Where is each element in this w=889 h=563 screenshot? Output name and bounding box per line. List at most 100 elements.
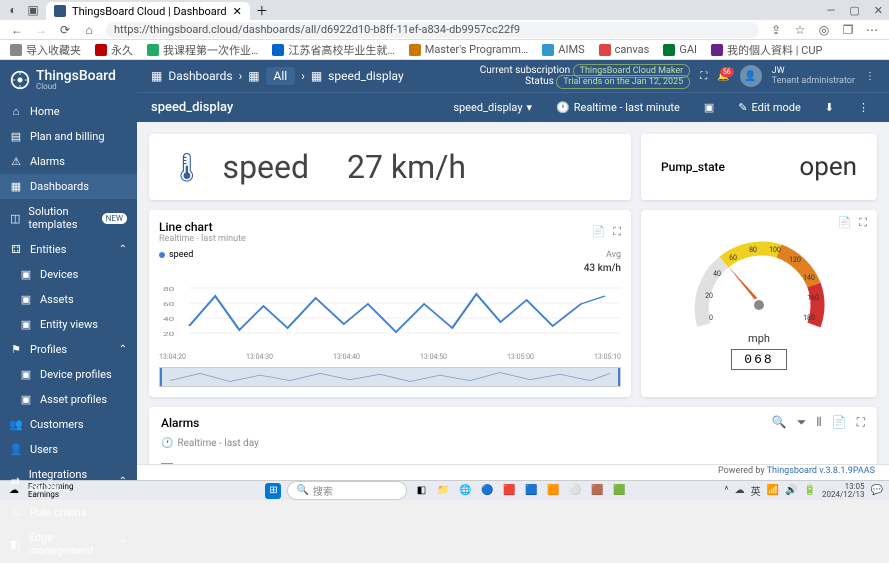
tray-icon[interactable]: ☁: [735, 485, 745, 496]
sidebar-item-integrations-center[interactable]: ⇄Integrations center⌃: [0, 462, 137, 500]
avatar[interactable]: 👤: [740, 65, 762, 87]
home-icon[interactable]: ⌂: [82, 23, 96, 37]
sidebar-item-alarms[interactable]: ⚠Alarms: [0, 149, 137, 174]
timewindow-button[interactable]: 🕐 Realtime - last minute: [550, 98, 686, 117]
edge-icon[interactable]: 🌐: [457, 483, 473, 499]
tabgroup-icon[interactable]: ▣: [26, 3, 40, 17]
bookmark-item[interactable]: canvas: [599, 43, 650, 56]
chart-export-icon[interactable]: 📄: [592, 225, 606, 239]
app-icon[interactable]: ⚪: [567, 483, 583, 499]
clock-date[interactable]: 2024/12/13: [822, 491, 865, 499]
app-icon[interactable]: 🟦: [523, 483, 539, 499]
sidebar-item-users[interactable]: 👤Users: [0, 437, 137, 462]
volume-icon[interactable]: 🔊: [785, 485, 797, 496]
sidebar-item-profiles[interactable]: ⚑Profiles⌃: [0, 337, 137, 362]
share-icon[interactable]: ⇪: [769, 23, 783, 37]
gauge-export-icon[interactable]: 📄: [838, 216, 852, 230]
crumb-dashboards[interactable]: Dashboards: [168, 69, 232, 83]
sidebar-item-device-profiles[interactable]: ▣Device profiles: [0, 362, 137, 387]
browser-tab[interactable]: ThingsBoard Cloud | Dashboard ✕: [46, 2, 250, 20]
col-status[interactable]: Status: [521, 457, 651, 464]
bookmark-item[interactable]: AIMS: [542, 43, 584, 56]
sidebar-item-dashboards[interactable]: ▦Dashboards: [0, 174, 137, 199]
nav-icon: ⚠: [10, 156, 22, 168]
col-originator[interactable]: Originator: [308, 457, 393, 464]
alarms-timewindow[interactable]: Realtime - last day: [177, 438, 258, 449]
reload-icon[interactable]: ⟳: [58, 23, 72, 37]
bookmark-item[interactable]: Master's Programm…: [409, 43, 529, 56]
edit-mode-button[interactable]: ✎ Edit mode: [732, 98, 807, 117]
maximize-icon[interactable]: ▢: [849, 4, 859, 17]
new-tab-icon[interactable]: ＋: [256, 2, 268, 19]
svg-text:140: 140: [803, 274, 815, 282]
chrome-icon[interactable]: 🔵: [479, 483, 495, 499]
filter-button[interactable]: ▣: [698, 98, 720, 117]
minimize-icon[interactable]: —: [827, 4, 836, 17]
bookmark-item[interactable]: GAI: [663, 43, 697, 56]
sidebar-item-entity-views[interactable]: ▣Entity views: [0, 312, 137, 337]
sidebar-item-solution-templates[interactable]: ◫Solution templatesNEW: [0, 199, 137, 237]
bookmark-item[interactable]: 江苏省高校毕业生就…: [272, 42, 394, 58]
bookmark-icon[interactable]: ☆: [793, 23, 807, 37]
notifications-button[interactable]: 🔔 56: [717, 71, 729, 82]
address-bar[interactable]: https://thingsboard.cloud/dashboards/all…: [106, 22, 759, 38]
sidebar-item-customers[interactable]: 👥Customers: [0, 412, 137, 437]
chart-brush[interactable]: [159, 367, 621, 387]
ime-icon[interactable]: 英: [751, 483, 761, 498]
logo[interactable]: ThingsBoard Cloud: [0, 60, 137, 99]
bookmark-item[interactable]: 导入收藏夹: [10, 42, 81, 58]
export-button[interactable]: ⬇: [819, 98, 840, 117]
sidebar-item-home[interactable]: ⌂Home: [0, 99, 137, 124]
bookmark-item[interactable]: 我课程第一次作业…: [147, 42, 258, 58]
legend-dot-icon: [159, 252, 165, 258]
app-icon[interactable]: 🟫: [589, 483, 605, 499]
col-type[interactable]: Type: [394, 457, 458, 464]
sidebar-item-entities[interactable]: ⚃Entities⌃: [0, 237, 137, 262]
col-created[interactable]: Created time ↓: [187, 457, 306, 464]
footer-link[interactable]: Thingsboard v.3.8.1.9PAAS: [767, 466, 875, 476]
columns-icon[interactable]: ⦀: [816, 415, 821, 430]
sidebar-item-edge-management[interactable]: ◧Edge management⌃: [0, 525, 137, 563]
close-window-icon[interactable]: ✕: [874, 4, 883, 17]
bookmark-item[interactable]: 永久: [95, 42, 133, 58]
state-select[interactable]: speed_display ▾: [447, 98, 538, 117]
export-icon[interactable]: 📄: [832, 415, 847, 430]
gauge-fullscreen-icon[interactable]: ⛶: [859, 216, 867, 230]
fullscreen-icon[interactable]: ⛶: [700, 71, 707, 82]
tray-chevron-icon[interactable]: ^: [724, 485, 728, 496]
notification-center-icon[interactable]: 💬: [871, 485, 883, 496]
crumb-all[interactable]: All: [266, 67, 296, 85]
wifi-icon[interactable]: 📶: [767, 485, 779, 496]
chevron-up-icon: ⌃: [119, 244, 127, 255]
sidebar-item-asset-profiles[interactable]: ▣Asset profiles: [0, 387, 137, 412]
bookmark-item[interactable]: 我的個人資料 | CUP: [711, 42, 822, 58]
search-icon[interactable]: 🔍: [772, 415, 787, 430]
chart-fullscreen-icon[interactable]: ⛶: [613, 225, 621, 239]
app-icon[interactable]: 🟥: [501, 483, 517, 499]
explorer-icon[interactable]: 📁: [435, 483, 451, 499]
app-icon[interactable]: 🟧: [545, 483, 561, 499]
sidebar-item-rule-chains[interactable]: ⎌Rule chains: [0, 500, 137, 525]
more-button[interactable]: ⋮: [852, 98, 875, 117]
kebab-icon[interactable]: ⋮: [865, 71, 875, 82]
col-assignee[interactable]: Assignee: [653, 457, 767, 464]
fullscreen-icon[interactable]: ⛶: [857, 415, 865, 430]
battery-icon[interactable]: 🔋: [804, 485, 816, 496]
forward-icon[interactable]: →: [34, 23, 48, 37]
sidebar-item-assets[interactable]: ▣Assets: [0, 287, 137, 312]
extensions-icon[interactable]: ❐: [841, 23, 855, 37]
menu-icon[interactable]: ⋯: [865, 23, 879, 37]
sidebar-item-plan-and-billing[interactable]: ▤Plan and billing: [0, 124, 137, 149]
taskview-icon[interactable]: ◧: [413, 483, 429, 499]
taskbar-search[interactable]: 🔍搜索: [287, 481, 407, 500]
close-tab-icon[interactable]: ✕: [233, 5, 242, 18]
start-icon[interactable]: ⊞: [265, 483, 281, 499]
back-icon[interactable]: ←: [10, 23, 24, 37]
col-severity[interactable]: Severity: [461, 457, 520, 464]
sidebar-item-devices[interactable]: ▣Devices: [0, 262, 137, 287]
profile-icon[interactable]: ◐: [6, 3, 20, 17]
filter-icon[interactable]: ⏷: [797, 415, 807, 430]
pump-widget: Pump_state open: [641, 134, 877, 200]
lens-icon[interactable]: ◎: [817, 23, 831, 37]
app-icon[interactable]: 🟩: [611, 483, 627, 499]
